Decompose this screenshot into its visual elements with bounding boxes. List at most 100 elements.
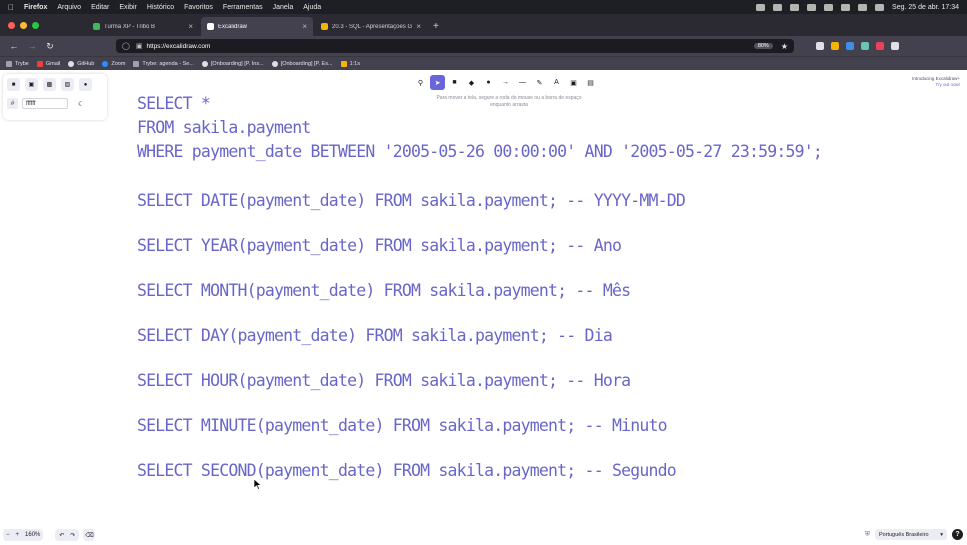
ellipse-tool-icon[interactable]: ● [481, 75, 496, 90]
promo-link[interactable]: Try out now! [896, 82, 960, 88]
line-tool-icon[interactable]: — [515, 75, 530, 90]
bookmark-item[interactable]: [Onboarding] [P. Ins... [201, 60, 264, 67]
zoom-in-icon[interactable]: + [16, 532, 20, 538]
promo-title: Introducing Excalidraw+ [912, 76, 960, 81]
url-bar[interactable]: ◯ ▣ https://excalidraw.com 80% ★ [116, 39, 794, 53]
close-tab-icon[interactable]: × [188, 22, 193, 31]
zoom-level[interactable]: 160% [25, 532, 40, 538]
code-line[interactable]: SELECT * [137, 94, 211, 113]
menu-arquivo[interactable]: Arquivo [57, 4, 81, 11]
gmail-icon [36, 60, 43, 67]
spotlight-icon[interactable] [841, 3, 851, 11]
language-select[interactable]: Português Brasileiro ▾ [875, 529, 947, 540]
excalidraw-canvas[interactable]: ■ ▣ ▩ ▨ ● # ffffff ☾ ⚲ ➤ ■ ◆ ● → — ✎ A ▣ [0, 70, 967, 545]
apple-icon[interactable]:  [8, 3, 14, 12]
dark-mode-toggle-icon[interactable]: ☾ [78, 100, 84, 108]
menu-icon[interactable] [891, 42, 899, 50]
bookmark-item[interactable]: Zoom [102, 60, 126, 67]
diamond-tool-icon[interactable]: ◆ [464, 75, 479, 90]
url-text[interactable]: https://excalidraw.com [146, 43, 753, 50]
menu-exibir[interactable]: Exibir [119, 4, 137, 11]
battery-icon[interactable] [807, 3, 817, 11]
eraser-icon[interactable]: ⌫ [83, 529, 96, 541]
background-color-input[interactable]: ffffff [22, 98, 68, 109]
siri-icon[interactable] [875, 3, 885, 11]
menu-historico[interactable]: Histórico [147, 4, 174, 11]
pocket-icon[interactable] [816, 42, 824, 50]
menu-editar[interactable]: Editar [91, 4, 109, 11]
pencil-tool-icon[interactable]: ✎ [532, 75, 547, 90]
bookmark-label: Gmail [45, 60, 61, 67]
image-tool-icon[interactable]: ▣ [566, 75, 581, 90]
library-tool-icon[interactable]: ▤ [583, 75, 598, 90]
menu-favoritos[interactable]: Favoritos [184, 4, 213, 11]
bookmark-item[interactable]: Trybe: agenda - Se... [133, 60, 194, 67]
clear-canvas-icon[interactable]: ■ [7, 78, 20, 91]
extension-icon[interactable] [876, 42, 884, 50]
tab-excalidraw[interactable]: Excalidraw × [201, 17, 313, 36]
close-tab-icon[interactable]: × [302, 22, 307, 31]
bookmark-item[interactable]: 1:1s [340, 60, 360, 67]
open-folder-icon[interactable]: ▣ [25, 78, 38, 91]
screen-record-icon[interactable] [773, 3, 783, 11]
collaborate-icon[interactable]: ● [79, 78, 92, 91]
lock-tool-icon[interactable]: ⚲ [413, 75, 428, 90]
bookmark-item[interactable]: GitHub [68, 60, 94, 67]
menu-firefox[interactable]: Firefox [24, 4, 47, 11]
code-line[interactable]: SELECT YEAR(payment_date) FROM sakila.pa… [137, 236, 622, 255]
bookmark-item[interactable]: Gmail [36, 60, 61, 67]
wifi-icon[interactable] [824, 3, 834, 11]
browser-toolbar: ← → ↻ ◯ ▣ https://excalidraw.com 80% ★ [0, 36, 967, 56]
code-line[interactable]: SELECT DAY(payment_date) FROM sakila.pay… [137, 326, 613, 345]
menu-ferramentas[interactable]: Ferramentas [223, 4, 263, 11]
code-line[interactable]: SELECT SECOND(payment_date) FROM sakila.… [137, 461, 677, 480]
lock-icon[interactable]: ▣ [136, 42, 143, 50]
cloud-icon[interactable] [756, 3, 766, 11]
tab-sql-apresentacoes[interactable]: 20.3 - SQL - Apresentações G... × [315, 17, 427, 36]
color-swatch-button[interactable]: # [7, 98, 18, 109]
rectangle-tool-icon[interactable]: ■ [447, 75, 462, 90]
menubar-clock[interactable]: Seg. 25 de abr. 17:34 [892, 4, 959, 11]
bookmark-item[interactable]: [Onboarding] [P. Es... [271, 60, 333, 67]
close-window-button[interactable] [8, 22, 15, 29]
forward-arrow-icon[interactable]: → [24, 41, 40, 51]
text-tool-icon[interactable]: A [549, 75, 564, 90]
menu-ajuda[interactable]: Ajuda [303, 4, 321, 11]
export-image-icon[interactable]: ▨ [61, 78, 74, 91]
minimize-window-button[interactable] [20, 22, 27, 29]
bookmark-item[interactable]: Trybe [6, 60, 29, 67]
shield-check-icon[interactable]: ⛨ [865, 531, 870, 539]
zoom-indicator[interactable]: 80% [753, 43, 773, 49]
extension-icon[interactable] [831, 42, 839, 50]
zoom-window-button[interactable] [32, 22, 39, 29]
help-icon[interactable]: ? [952, 529, 963, 540]
code-line[interactable]: SELECT MINUTE(payment_date) FROM sakila.… [137, 416, 668, 435]
extension-icon[interactable] [846, 42, 854, 50]
code-line[interactable]: SELECT DATE(payment_date) FROM sakila.pa… [137, 191, 686, 210]
github-icon [201, 60, 208, 67]
close-tab-icon[interactable]: × [416, 22, 421, 31]
reload-icon[interactable]: ↻ [42, 41, 58, 52]
display-icon[interactable] [790, 3, 800, 11]
bookmark-label: Zoom [111, 60, 126, 67]
undo-icon[interactable]: ↶ [59, 532, 64, 539]
redo-icon[interactable]: ↷ [70, 532, 75, 539]
bookmark-star-icon[interactable]: ★ [781, 42, 788, 51]
tab-turma-xp[interactable]: Turma XP - Tribo B × [87, 17, 199, 36]
new-tab-icon[interactable]: + [429, 21, 445, 36]
back-arrow-icon[interactable]: ← [6, 41, 22, 51]
background-color-row: # ffffff ☾ [7, 98, 103, 109]
menu-janela[interactable]: Janela [273, 4, 294, 11]
control-center-icon[interactable] [858, 3, 868, 11]
code-line[interactable]: FROM sakila.payment [137, 118, 311, 137]
arrow-tool-icon[interactable]: → [498, 75, 513, 90]
extension-icon[interactable] [861, 42, 869, 50]
menubar-status-area: Seg. 25 de abr. 17:34 [756, 3, 959, 11]
code-line[interactable]: WHERE payment_date BETWEEN '2005-05-26 0… [137, 142, 823, 161]
save-file-icon[interactable]: ▩ [43, 78, 56, 91]
code-line[interactable]: SELECT MONTH(payment_date) FROM sakila.p… [137, 281, 631, 300]
selection-tool-icon[interactable]: ➤ [430, 75, 445, 90]
zoom-out-icon[interactable]: − [6, 532, 10, 538]
code-line[interactable]: SELECT HOUR(payment_date) FROM sakila.pa… [137, 371, 631, 390]
tracking-shield-icon[interactable]: ◯ [122, 42, 130, 50]
